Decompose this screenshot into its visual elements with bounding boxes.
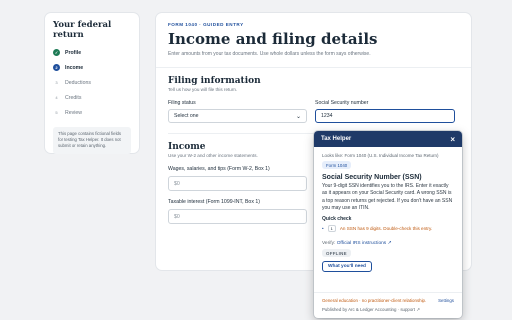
interest-label: Taxable interest (Form 1099-INT, Box 1)	[168, 199, 260, 205]
steps-title: Your federal return	[53, 20, 112, 40]
step-credits[interactable]: 4 Credits	[53, 90, 131, 105]
filing-status-label: Filing status	[168, 100, 196, 106]
step-label: Review	[65, 109, 83, 116]
ssn-label: Social Security number	[315, 100, 369, 106]
helper-title: Tax Helper	[321, 136, 352, 142]
helper-footer: General education · no practitioner-clie…	[314, 291, 462, 318]
irs-instructions-link[interactable]: Official IRS instructions ↗	[337, 241, 392, 246]
close-icon[interactable]: ×	[450, 135, 455, 144]
page-subtitle: Enter amounts from your tax documents. U…	[168, 51, 371, 57]
tax-helper-panel: Tax Helper × Looks like: Form 1040 (U.S.…	[314, 131, 462, 318]
step-label: Income	[65, 64, 84, 71]
what-youll-need-button[interactable]: What you'll need	[322, 261, 372, 272]
helper-heading: Social Security Number (SSN)	[322, 174, 422, 181]
settings-link[interactable]: Settings	[438, 298, 454, 303]
step-income[interactable]: 2 Income	[53, 60, 131, 75]
helper-body: Looks like: Form 1040 (U.S. Individual I…	[314, 147, 462, 278]
step-label: Profile	[65, 49, 82, 56]
step-label: Deductions	[65, 79, 91, 86]
publisher-text[interactable]: Published by Arc & Ledger Accounting · s…	[322, 307, 454, 313]
offline-badge: OFFLINE	[322, 249, 351, 257]
verify-row: Verify: Official IRS instructions ↗	[322, 241, 454, 246]
fictional-notice: This page contains fictional fields for …	[53, 127, 131, 154]
quick-check-label: Quick check	[322, 216, 352, 222]
helper-titlebar: Tax Helper ×	[314, 131, 462, 147]
check-icon: ✓	[53, 49, 60, 56]
step-number: 4	[55, 95, 58, 100]
interest-placeholder: $0	[174, 213, 180, 220]
step-number: 3	[55, 80, 58, 85]
page-title: Income and filing details	[168, 30, 378, 48]
form-chip: Form 1040	[322, 161, 352, 169]
disclaimer-text: General education · no practitioner-clie…	[322, 297, 427, 303]
filing-title: Filing information	[168, 76, 261, 86]
check-number: 1	[327, 225, 336, 232]
quick-check-item: • 1 An SSN has 9 digits. Double-check th…	[322, 225, 454, 232]
filing-section: Filing information Tell us how you will …	[156, 68, 471, 134]
detected-form: Looks like: Form 1040 (U.S. Individual I…	[322, 153, 439, 158]
interest-input[interactable]: $0	[168, 209, 307, 224]
wages-label: Wages, salaries, and tips (Form W-2, Box…	[168, 166, 270, 172]
wages-input[interactable]: $0	[168, 176, 307, 191]
ssn-input[interactable]: 1234	[315, 109, 455, 123]
form-eyebrow: FORM 1040 · GUIDED ENTRY	[168, 22, 244, 27]
progress-steps-card: Your federal return ✓ Profile 2 Income 3…	[45, 13, 139, 154]
filing-desc: Tell us how you will file this return.	[168, 87, 238, 92]
ssn-value: 1234	[321, 113, 333, 119]
step-number: 2	[53, 64, 60, 71]
verify-prefix: Verify:	[322, 241, 336, 246]
filing-status-select[interactable]: Select one ⌄	[168, 109, 307, 123]
filing-status-value: Select one	[174, 113, 199, 119]
check-warning: An SSN has 9 digits. Double-check this e…	[339, 226, 433, 231]
step-profile[interactable]: ✓ Profile	[53, 45, 131, 60]
step-number: 5	[55, 110, 58, 115]
step-deductions[interactable]: 3 Deductions	[53, 75, 131, 90]
bullet-icon: •	[322, 226, 324, 231]
wages-placeholder: $0	[174, 180, 180, 187]
chevron-down-icon: ⌄	[295, 113, 301, 120]
page-header: FORM 1040 · GUIDED ENTRY Income and fili…	[156, 13, 471, 68]
helper-explanation: Your 9-digit SSN identifies you to the I…	[322, 183, 453, 211]
step-review[interactable]: 5 Review	[53, 105, 131, 120]
step-label: Credits	[65, 94, 82, 101]
